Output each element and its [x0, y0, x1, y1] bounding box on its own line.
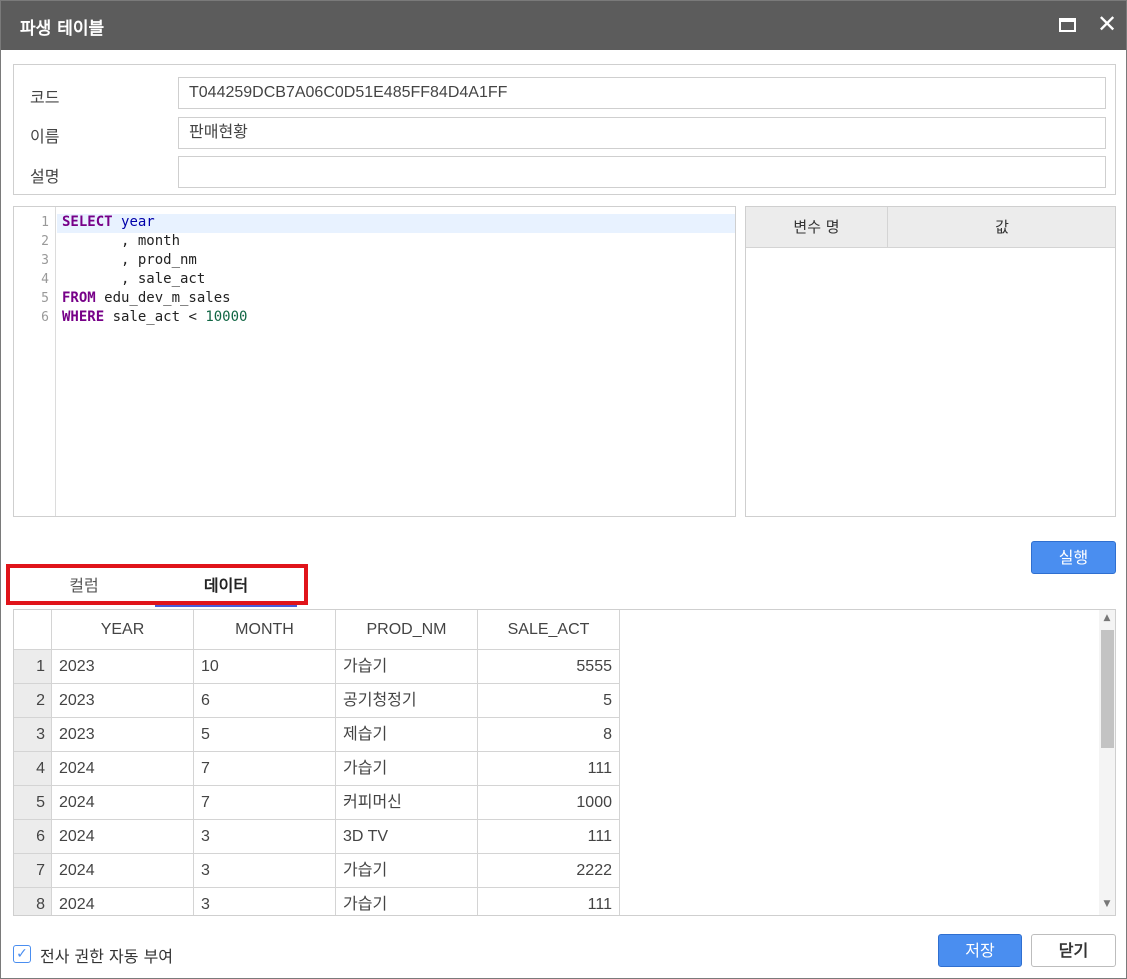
save-button[interactable]: 저장: [938, 934, 1022, 967]
code-label: 코드: [30, 88, 60, 107]
line-number: 3: [41, 253, 49, 268]
row-number: 5: [14, 786, 52, 820]
line-number: 5: [41, 291, 49, 306]
cell-year[interactable]: 2024: [52, 820, 194, 854]
checkbox-checked-icon[interactable]: ✓: [13, 945, 31, 963]
close-icon[interactable]: ✕: [1095, 12, 1119, 37]
table-row[interactable]: 4 2024 7 가습기 111: [14, 752, 620, 786]
cell-sale-act[interactable]: 8: [478, 718, 620, 752]
description-field[interactable]: [178, 156, 1106, 188]
variable-table: 변수 명 값: [745, 206, 1116, 517]
line-number-gutter: 1 2 3 4 5 6: [14, 207, 56, 516]
maximize-icon[interactable]: [1056, 13, 1080, 37]
dialog-title: 파생 테이블: [20, 19, 105, 39]
cell-sale-act[interactable]: 2222: [478, 854, 620, 888]
table-row[interactable]: 5 2024 7 커피머신 1000: [14, 786, 620, 820]
data-grid[interactable]: YEAR MONTH PROD_NM SALE_ACT 1 2023 10 가습기 55…: [13, 609, 1116, 916]
line-number: 4: [41, 272, 49, 287]
cell-sale-act[interactable]: 111: [478, 888, 620, 915]
code-line: , prod_nm: [62, 252, 197, 268]
table-row[interactable]: 8 2024 3 가습기 111: [14, 888, 620, 915]
name-label: 이름: [30, 127, 60, 146]
cell-month[interactable]: 3: [194, 820, 336, 854]
cell-prod-nm[interactable]: 가습기: [336, 854, 478, 888]
column-header-year[interactable]: YEAR: [52, 610, 194, 650]
code-line: WHERE sale_act < 10000: [62, 309, 248, 325]
scroll-up-icon[interactable]: ▲: [1102, 613, 1112, 623]
code-line: , month: [62, 233, 181, 249]
cell-month[interactable]: 7: [194, 752, 336, 786]
table-row[interactable]: 3 2023 5 제습기 8: [14, 718, 620, 752]
scroll-thumb[interactable]: [1101, 630, 1114, 748]
run-button[interactable]: 실행: [1031, 541, 1116, 574]
title-bar[interactable]: 파생 테이블 ✕: [1, 1, 1126, 50]
variable-table-header: 변수 명 값: [746, 207, 1115, 248]
cell-prod-nm[interactable]: 가습기: [336, 650, 478, 684]
cell-sale-act[interactable]: 5: [478, 684, 620, 718]
line-number: 6: [41, 310, 49, 325]
tabs-highlight-annotation: [6, 564, 308, 605]
row-number-header: [14, 610, 52, 650]
cell-year[interactable]: 2023: [52, 718, 194, 752]
row-number: 7: [14, 854, 52, 888]
scroll-down-icon[interactable]: ▼: [1102, 899, 1112, 909]
line-number: 1: [41, 215, 49, 230]
cell-month[interactable]: 3: [194, 854, 336, 888]
cell-year[interactable]: 2024: [52, 888, 194, 915]
cell-year[interactable]: 2024: [52, 752, 194, 786]
properties-form: 코드 T044259DCB7A06C0D51E485FF84D4A1FF 이름 …: [13, 64, 1116, 195]
cell-month[interactable]: 6: [194, 684, 336, 718]
cell-month[interactable]: 3: [194, 888, 336, 915]
code-area[interactable]: SELECT year , month , prod_nm , sale_act…: [57, 207, 735, 516]
cell-month[interactable]: 7: [194, 786, 336, 820]
auto-permission-label: 전사 권한 자동 부여: [40, 947, 174, 966]
cell-sale-act[interactable]: 5555: [478, 650, 620, 684]
sql-editor[interactable]: 1 2 3 4 5 6 SELECT year , month , prod_n…: [13, 206, 736, 517]
vertical-scrollbar[interactable]: ▲ ▼: [1099, 610, 1115, 915]
table-row[interactable]: 2 2023 6 공기청정기 5: [14, 684, 620, 718]
code-line: FROM edu_dev_m_sales: [62, 290, 231, 306]
code-line: , sale_act: [62, 271, 206, 287]
cell-month[interactable]: 5: [194, 718, 336, 752]
row-number: 3: [14, 718, 52, 752]
cell-prod-nm[interactable]: 가습기: [336, 888, 478, 915]
cell-year[interactable]: 2024: [52, 786, 194, 820]
variable-value-header: 값: [995, 218, 1009, 236]
row-number: 4: [14, 752, 52, 786]
variable-name-header: 변수 명: [746, 207, 888, 248]
code-line: SELECT year: [62, 214, 155, 230]
row-number: 1: [14, 650, 52, 684]
description-label: 설명: [30, 167, 60, 186]
table-row[interactable]: 1 2023 10 가습기 5555: [14, 650, 620, 684]
active-line-highlight: [57, 214, 735, 233]
column-header-prod-nm[interactable]: PROD_NM: [336, 610, 478, 650]
row-number: 2: [14, 684, 52, 718]
cell-prod-nm[interactable]: 3D TV: [336, 820, 478, 854]
cell-prod-nm[interactable]: 커피머신: [336, 786, 478, 820]
cell-sale-act[interactable]: 111: [478, 752, 620, 786]
cell-year[interactable]: 2024: [52, 854, 194, 888]
name-field[interactable]: 판매현황: [178, 117, 1106, 149]
column-header-sale-act[interactable]: SALE_ACT: [478, 610, 620, 650]
column-header-month[interactable]: MONTH: [194, 610, 336, 650]
derived-table-dialog: 파생 테이블 ✕ 코드 T044259DCB7A06C0D51E485FF84D…: [0, 0, 1127, 979]
code-field[interactable]: T044259DCB7A06C0D51E485FF84D4A1FF: [178, 77, 1106, 109]
cell-year[interactable]: 2023: [52, 650, 194, 684]
cell-prod-nm[interactable]: 제습기: [336, 718, 478, 752]
cell-year[interactable]: 2023: [52, 684, 194, 718]
cell-sale-act[interactable]: 1000: [478, 786, 620, 820]
row-number: 6: [14, 820, 52, 854]
cell-prod-nm[interactable]: 공기청정기: [336, 684, 478, 718]
cell-month[interactable]: 10: [194, 650, 336, 684]
table-row[interactable]: 7 2024 3 가습기 2222: [14, 854, 620, 888]
close-button[interactable]: 닫기: [1031, 934, 1116, 967]
row-number: 8: [14, 888, 52, 915]
cell-sale-act[interactable]: 111: [478, 820, 620, 854]
table-row[interactable]: 6 2024 3 3D TV 111: [14, 820, 620, 854]
cell-prod-nm[interactable]: 가습기: [336, 752, 478, 786]
line-number: 2: [41, 234, 49, 249]
